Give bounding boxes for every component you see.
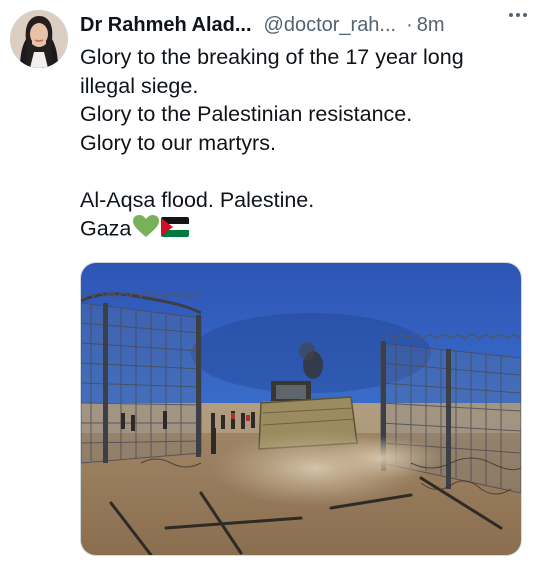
more-options-button[interactable] [504,5,532,25]
tweet-text-line: Glory to the Palestinian resistance. [80,102,413,126]
tweet-text-line: Glory to the breaking of the 17 year lon… [80,45,464,69]
author-handle[interactable]: @doctor_rah... [264,14,397,37]
tweet-media-photo[interactable] [80,262,522,556]
bulldozer-fence-photo [81,263,521,555]
tweet-text-line: illegal siege. [80,73,199,98]
tweet-header: Dr Rahmeh Alad... @doctor_rah... · 8m [80,10,524,40]
tweet-text-last-line: Gaza [80,214,520,243]
tweet-text-line: Al-Aqsa flood. Palestine. [80,187,315,212]
tweet-text-line: Glory to our martyrs. [80,130,276,155]
more-icon [509,13,527,17]
author-avatar[interactable] [10,10,68,68]
author-name[interactable]: Dr Rahmeh Alad... [80,14,252,37]
paragraph-break [80,157,520,186]
tweet-text: Glory to the breaking of the 17 year lon… [80,43,520,243]
separator-dot: · [406,13,413,36]
palestine-flag-icon [161,216,190,245]
hashtag-like-word: Gaza [80,216,132,241]
green-heart-icon [132,214,160,246]
tweet-timestamp[interactable]: 8m [417,14,445,37]
avatar-photo [10,10,68,68]
